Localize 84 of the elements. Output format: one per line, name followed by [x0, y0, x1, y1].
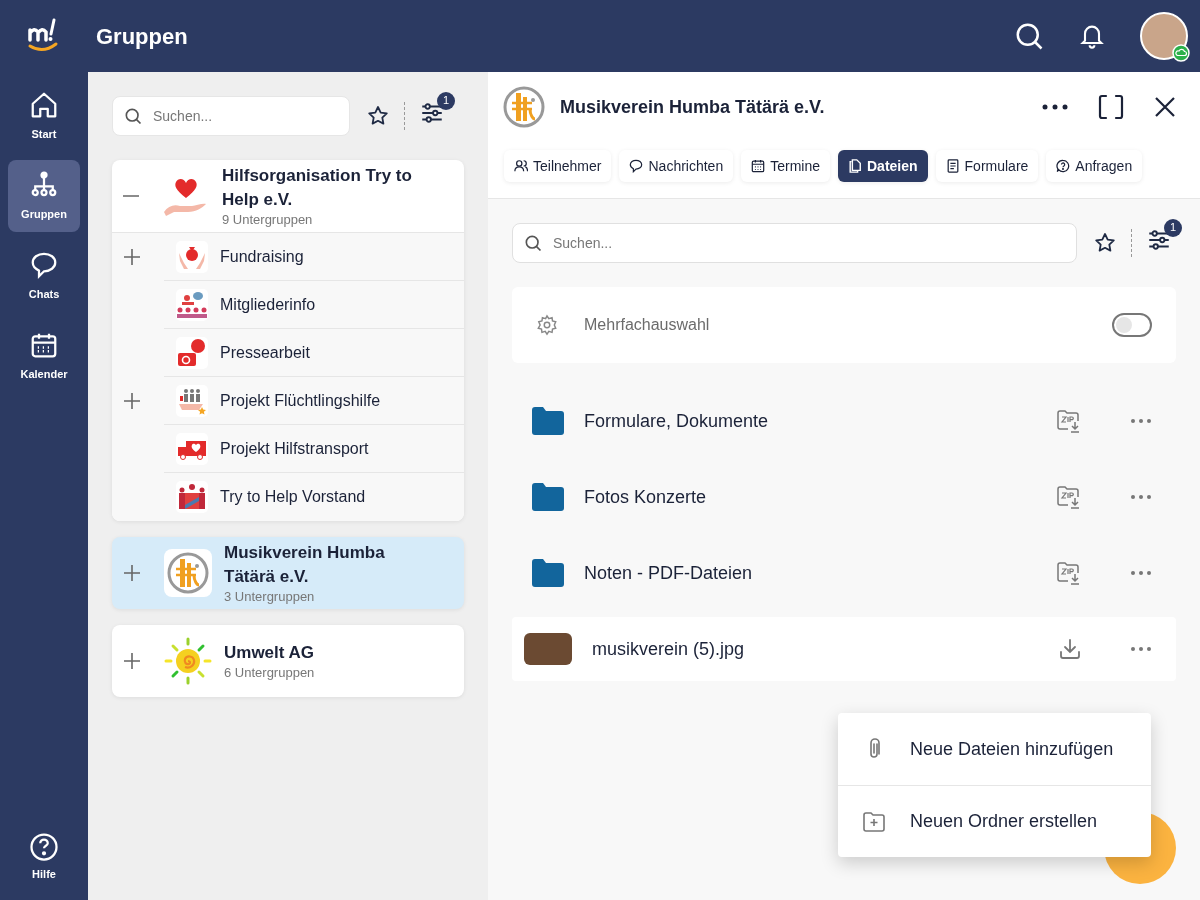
audience-logo: [176, 288, 208, 321]
file-name: musikverein (5).jpg: [592, 637, 745, 661]
file-row[interactable]: Noten - PDF-Dateien: [512, 541, 1176, 605]
file-name: Noten - PDF-Dateien: [584, 561, 753, 585]
expand-icon[interactable]: [123, 392, 141, 410]
money-bag-logo: [176, 240, 208, 273]
subgroup-item[interactable]: Projekt Flüchtlingshilfe: [112, 377, 464, 425]
form-icon: [945, 159, 960, 173]
cloud-status-icon: [1172, 44, 1190, 62]
file-row[interactable]: Formulare, Dokumente: [512, 389, 1176, 453]
expand-icon[interactable]: [123, 564, 141, 582]
close-button[interactable]: [1154, 96, 1176, 118]
expand-icon[interactable]: [123, 652, 141, 670]
group-card[interactable]: Umwelt AG 6 Untergruppen: [112, 625, 464, 697]
subgroup-item[interactable]: Projekt Hilfstransport: [112, 425, 464, 473]
subgroup-count: 3 Untergruppen: [224, 589, 316, 605]
group-name: Umwelt AG: [224, 642, 315, 664]
group-title: Musikverein Humba Tätärä e.V.: [560, 95, 825, 119]
search-field[interactable]: Suchen...: [512, 223, 1077, 263]
filter-count-badge: 1: [437, 91, 455, 110]
subgroup-item[interactable]: Mitgliederinfo: [112, 281, 464, 329]
fullscreen-button[interactable]: [1098, 94, 1124, 120]
help-icon: [29, 831, 59, 862]
group-card[interactable]: Musikverein Humba Tätärä e.V. 3 Untergruppen: [112, 537, 464, 609]
photo-placeholder: [524, 633, 572, 665]
nav-item[interactable]: Gruppen: [8, 160, 80, 232]
search-input: Suchen...: [153, 105, 313, 127]
multiselect-label: Mehrfachauswahl: [584, 315, 710, 335]
truck-logo: [176, 432, 208, 465]
tab[interactable]: Termine: [741, 150, 830, 182]
subgroup-count: 6 Untergruppen: [224, 665, 315, 681]
menu-item[interactable]: Neuen Ordner erstellen: [838, 785, 1151, 857]
file-row[interactable]: Fotos Konzerte: [512, 465, 1176, 529]
folder-icon: [532, 559, 564, 587]
subgroup-item[interactable]: Fundraising: [112, 233, 464, 281]
filter-count-badge: 1: [1164, 218, 1182, 237]
people-group-logo: [176, 481, 208, 513]
more-button[interactable]: [1042, 104, 1068, 110]
folder-icon: [532, 407, 564, 435]
nav-item[interactable]: Chats: [8, 240, 80, 312]
calendar-icon: [751, 159, 766, 173]
group-card[interactable]: Hilfsorganisation Try to Help e.V. 9 Untergruppen Fundraising Mitgliederinfo Pressearbeit Projekt Flüchtlingshilfe Projekt Hilfstransport Try to Help Vorstand: [112, 160, 464, 521]
favorite-button[interactable]: [1093, 231, 1117, 255]
multiselect-toggle[interactable]: [1112, 313, 1152, 337]
nav-item[interactable]: Start: [8, 80, 80, 152]
subgroup-item[interactable]: Try to Help Vorstand: [112, 473, 464, 521]
menu-item[interactable]: Neue Dateien hinzufügen: [838, 713, 1151, 785]
search-input: Suchen...: [553, 232, 1066, 254]
favorite-button[interactable]: [366, 104, 390, 128]
help-nav-item[interactable]: Hilfe: [29, 831, 59, 882]
zip-download-button[interactable]: [1056, 408, 1082, 434]
file-row[interactable]: musikverein (5).jpg: [512, 617, 1176, 681]
file-name: Fotos Konzerte: [584, 485, 707, 509]
folder-icon: [532, 483, 564, 511]
expand-icon[interactable]: [123, 248, 141, 266]
nav-item[interactable]: Kalender: [8, 320, 80, 392]
download-button[interactable]: [1058, 637, 1082, 661]
group-name: Musikverein Humba Tätärä e.V.: [224, 542, 386, 588]
sun-logo: [164, 637, 212, 685]
document-icon: [848, 159, 862, 173]
tab[interactable]: Nachrichten: [619, 150, 734, 182]
tab[interactable]: Dateien: [838, 150, 928, 182]
avatar[interactable]: [1140, 12, 1188, 60]
file-name: Formulare, Dokumente: [584, 409, 769, 433]
tab[interactable]: Anfragen: [1046, 150, 1143, 182]
zip-download-button[interactable]: [1056, 560, 1082, 586]
camera-logo: [176, 336, 208, 369]
zip-download-button[interactable]: [1056, 484, 1082, 510]
gear-icon: [536, 314, 558, 336]
tab[interactable]: Teilnehmer: [504, 150, 612, 182]
search-field[interactable]: Suchen...: [112, 96, 350, 136]
search-button[interactable]: [1014, 21, 1044, 51]
tab[interactable]: Formulare: [935, 150, 1039, 182]
search-icon: [523, 233, 543, 253]
folder-plus-icon: [862, 810, 886, 833]
group-name: Hilfsorganisation Try to Help e.V.: [222, 165, 413, 211]
subgroup-item[interactable]: Pressearbeit: [112, 329, 464, 377]
people-icon: [514, 159, 528, 173]
page-title: Gruppen: [96, 22, 188, 51]
subgroup-count: 9 Untergruppen: [222, 212, 314, 228]
family-logo: [176, 384, 208, 417]
question-bubble-icon: [1056, 159, 1071, 173]
speech-bubble-icon: [629, 159, 644, 173]
search-icon: [123, 106, 143, 126]
